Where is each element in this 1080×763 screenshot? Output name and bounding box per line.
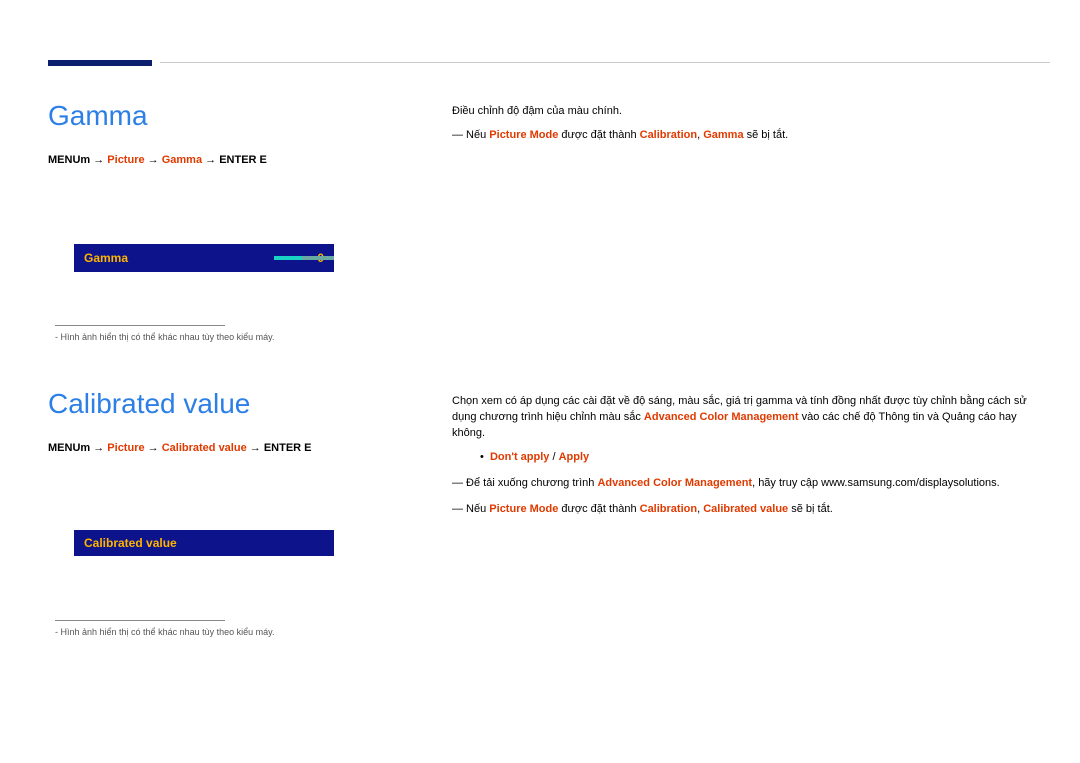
bc-sep: → bbox=[93, 154, 107, 166]
calibrated-setting-label: Calibrated value bbox=[84, 536, 177, 550]
calibrated-heading: Calibrated value bbox=[48, 388, 428, 420]
gamma-footnote: - Hình ảnh hiển thị có thể khác nhau tùy… bbox=[55, 325, 274, 342]
bc-text: → ENTER E bbox=[205, 154, 267, 166]
gamma-breadcrumb: MENUm → Picture → Gamma → ENTER E bbox=[48, 154, 428, 166]
header-divider bbox=[160, 62, 1050, 63]
calibrated-download-note: ― Để tải xuống chương trình Advanced Col… bbox=[452, 476, 1050, 492]
footnote-rule bbox=[55, 620, 225, 621]
note-keyword: Gamma bbox=[703, 129, 743, 141]
note-keyword: Advanced Color Management bbox=[597, 477, 752, 489]
calibrated-description: Chọn xem có áp dụng các cài đặt về độ sá… bbox=[452, 394, 1050, 442]
slider-fill bbox=[274, 256, 302, 260]
gamma-heading: Gamma bbox=[48, 100, 428, 132]
note-text: , hãy truy cập www.samsung.com/displayso… bbox=[752, 477, 1000, 489]
note-text: sẽ bị tắt. bbox=[744, 129, 789, 141]
calibrated-disabled-note: ― Nếu Picture Mode được đặt thành Calibr… bbox=[452, 502, 1050, 518]
bullet-dot: • bbox=[480, 451, 490, 463]
calibrated-left-column: Calibrated value MENUm → Picture → Calib… bbox=[48, 388, 428, 454]
calibrated-footnote: - Hình ảnh hiển thị có thể khác nhau tùy… bbox=[55, 620, 274, 637]
gamma-note: ― Nếu Picture Mode được đặt thành Calibr… bbox=[452, 128, 1050, 144]
note-text: ― Để tải xuống chương trình bbox=[452, 477, 597, 489]
note-text: sẽ bị tắt. bbox=[788, 503, 833, 515]
bc-text: m bbox=[80, 442, 90, 454]
bc-sep: → bbox=[148, 442, 162, 454]
option-keyword: Don't apply bbox=[490, 451, 549, 463]
bc-text: MENU bbox=[48, 154, 80, 166]
note-keyword: Calibrated value bbox=[703, 503, 788, 515]
bc-sep: → bbox=[93, 442, 107, 454]
calibrated-setting-row[interactable]: Calibrated value bbox=[74, 530, 334, 556]
bc-text: MENU bbox=[48, 442, 80, 454]
desc-keyword: Advanced Color Management bbox=[644, 411, 799, 423]
calibrated-right-column: Chọn xem có áp dụng các cài đặt về độ sá… bbox=[452, 394, 1050, 518]
gamma-left-column: Gamma MENUm → Picture → Gamma → ENTER E bbox=[48, 100, 428, 166]
gamma-setting-label: Gamma bbox=[84, 251, 128, 265]
note-text: ― Nếu bbox=[452, 129, 489, 141]
option-sep: / bbox=[549, 451, 558, 463]
bc-sep: → bbox=[148, 154, 162, 166]
option-keyword: Apply bbox=[559, 451, 590, 463]
bc-keyword: Gamma bbox=[162, 154, 202, 166]
bc-text: → ENTER E bbox=[250, 442, 312, 454]
gamma-slider[interactable] bbox=[274, 256, 334, 260]
footnote-text: Hình ảnh hiển thị có thể khác nhau tùy t… bbox=[58, 627, 274, 637]
footnote-rule bbox=[55, 325, 225, 326]
bc-keyword: Picture bbox=[107, 154, 144, 166]
footnote-text: Hình ảnh hiển thị có thể khác nhau tùy t… bbox=[58, 332, 274, 342]
gamma-description: Điều chỉnh độ đậm của màu chính. bbox=[452, 104, 1050, 120]
note-text: ― Nếu bbox=[452, 503, 489, 515]
note-keyword: Picture Mode bbox=[489, 129, 558, 141]
bc-keyword: Calibrated value bbox=[162, 442, 247, 454]
note-text: được đặt thành bbox=[558, 129, 639, 141]
bc-keyword: Picture bbox=[107, 442, 144, 454]
note-keyword: Calibration bbox=[640, 129, 697, 141]
calibrated-options: • Don't apply / Apply bbox=[480, 450, 1050, 466]
bc-text: m bbox=[80, 154, 90, 166]
calibrated-breadcrumb: MENUm → Picture → Calibrated value → ENT… bbox=[48, 442, 428, 454]
header-accent-bar bbox=[48, 60, 152, 66]
gamma-setting-row[interactable]: Gamma 0 bbox=[74, 244, 334, 272]
note-text: được đặt thành bbox=[558, 503, 639, 515]
note-keyword: Calibration bbox=[640, 503, 697, 515]
note-keyword: Picture Mode bbox=[489, 503, 558, 515]
gamma-right-column: Điều chỉnh độ đậm của màu chính. ― Nếu P… bbox=[452, 104, 1050, 144]
